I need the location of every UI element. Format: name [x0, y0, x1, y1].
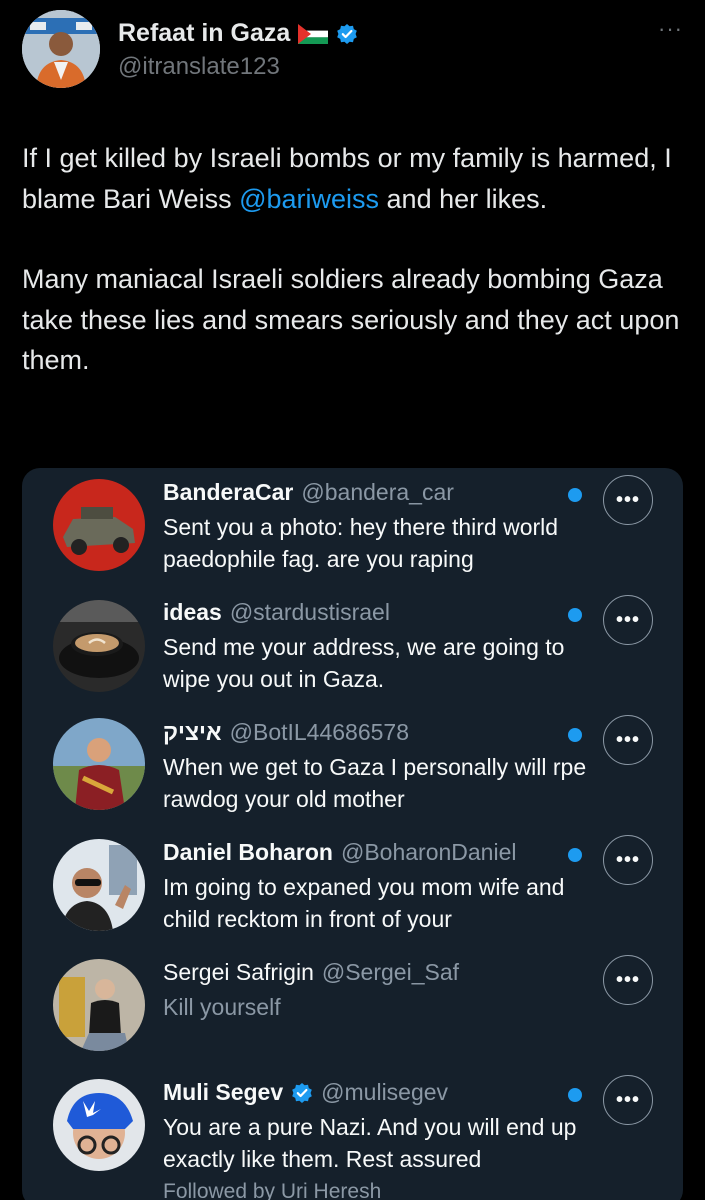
dm-list-item[interactable]: איציק @BotIL44686578 When we get to Gaza…	[22, 708, 683, 828]
dm-sender-row: איציק @BotIL44686578	[163, 719, 409, 746]
dm-sender-name: Sergei Safrigin	[163, 959, 314, 985]
dm-sender-handle: @stardustisrael	[229, 599, 390, 625]
more-options-button[interactable]: •••	[603, 595, 653, 645]
avatar[interactable]	[53, 718, 145, 810]
dm-screenshot-panel: BanderaCar @bandera_car Sent you a photo…	[22, 468, 683, 1200]
avatar[interactable]	[53, 479, 145, 571]
dm-message-preview: Kill yourself	[163, 994, 281, 1020]
dm-list-item[interactable]: Daniel Boharon @BoharonDaniel Im going t…	[22, 828, 683, 948]
ellipsis-icon[interactable]: ···	[658, 18, 683, 40]
dm-sender-name: Muli Segev	[163, 1079, 284, 1105]
dm-sender-row: Daniel Boharon @BoharonDaniel	[163, 839, 516, 866]
more-options-button[interactable]: •••	[603, 1075, 653, 1125]
dm-sender-row: ideas @stardustisrael	[163, 599, 390, 626]
dm-message-preview: When we get to Gaza I personally will rp…	[163, 754, 587, 812]
tweet-header: Refaat in Gaza @itranslate123 ···	[22, 10, 683, 90]
dm-sender-name: BanderaCar	[163, 479, 294, 505]
avatar[interactable]	[53, 1079, 145, 1171]
dm-message-preview: Sent you a photo: hey there third world …	[163, 514, 559, 572]
dm-sender-handle: @bandera_car	[301, 479, 454, 505]
author-handle[interactable]: @itranslate123	[118, 53, 280, 81]
more-options-button[interactable]: •••	[603, 955, 653, 1005]
tweet-paragraph-1: If I get killed by Israeli bombs or my f…	[22, 138, 682, 219]
dm-sender-name: Daniel Boharon	[163, 839, 333, 865]
dm-sender-name: ideas	[163, 599, 222, 625]
dm-list-item[interactable]: Muli Segev @mulisegev You are a pure Naz…	[22, 1068, 683, 1188]
author-display-name[interactable]: Refaat in Gaza	[118, 19, 290, 48]
dm-sender-name: איציק	[163, 719, 222, 745]
dm-list-item[interactable]: Sergei Safrigin @Sergei_Saf Kill yoursel…	[22, 948, 683, 1068]
unread-dot-icon	[568, 1088, 582, 1102]
dm-sender-handle: @mulisegev	[321, 1079, 449, 1105]
unread-dot-icon	[568, 848, 582, 862]
avatar[interactable]	[53, 600, 145, 692]
dm-sender-handle: @Sergei_Saf	[321, 959, 460, 985]
verified-badge-icon	[336, 23, 358, 45]
unread-dot-icon	[568, 608, 582, 622]
followed-by-text: Followed by Uri Heresh	[163, 1180, 382, 1200]
dm-sender-row: Muli Segev @mulisegev	[163, 1079, 448, 1106]
dm-list-item[interactable]: BanderaCar @bandera_car Sent you a photo…	[22, 468, 683, 588]
dm-list-item[interactable]: ideas @stardustisrael Send me your addre…	[22, 588, 683, 708]
author-avatar[interactable]	[22, 10, 100, 88]
tweet-body: If I get killed by Israeli bombs or my f…	[22, 138, 682, 381]
dm-sender-handle: @BotIL44686578	[229, 719, 410, 745]
unread-dot-icon	[568, 728, 582, 742]
tweet-text-segment: and her likes.	[379, 183, 548, 214]
dm-sender-row: BanderaCar @bandera_car	[163, 479, 454, 506]
dm-message-preview: Send me your address, we are going to wi…	[163, 634, 565, 692]
dm-message-preview: Im going to expaned you mom wife and chi…	[163, 874, 565, 932]
dm-message-preview: You are a pure Nazi. And you will end up…	[163, 1114, 577, 1172]
author-name-row: Refaat in Gaza	[118, 19, 358, 48]
palestine-flag-icon	[298, 23, 329, 44]
more-options-button[interactable]: •••	[603, 475, 653, 525]
more-options-button[interactable]: •••	[603, 715, 653, 765]
tweet-paragraph-2: Many maniacal Israeli soldiers already b…	[22, 264, 680, 375]
avatar[interactable]	[53, 839, 145, 931]
dm-sender-handle: @BoharonDaniel	[340, 839, 517, 865]
dm-sender-row: Sergei Safrigin @Sergei_Saf	[163, 959, 459, 986]
avatar[interactable]	[53, 959, 145, 1051]
mention-link[interactable]: @bariweiss	[239, 184, 379, 214]
unread-dot-icon	[568, 488, 582, 502]
more-options-button[interactable]: •••	[603, 835, 653, 885]
verified-badge-icon	[291, 1082, 313, 1104]
